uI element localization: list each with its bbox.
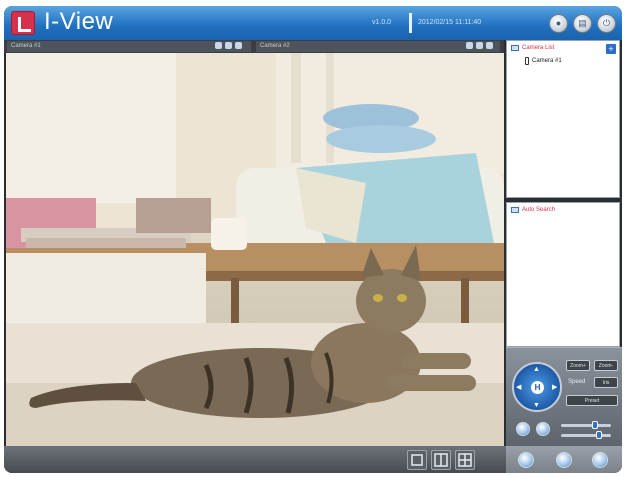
quad-view-icon <box>458 453 472 467</box>
single-view-button[interactable] <box>407 450 427 470</box>
single-view-icon <box>411 454 423 466</box>
audio-icon[interactable] <box>516 422 530 436</box>
close-icon[interactable] <box>235 42 242 49</box>
auto-search-header: Auto Search <box>511 207 555 213</box>
quad-view-button[interactable] <box>455 450 475 470</box>
camera-list-item-label: Camera #1 <box>532 58 562 64</box>
camera-tab-label: Camera #1 <box>11 43 41 49</box>
snapshot-icon[interactable] <box>466 42 473 49</box>
arrow-right-icon[interactable]: ▶ <box>552 384 557 391</box>
record-button[interactable]: ● <box>549 14 568 33</box>
record-small-icon[interactable] <box>476 42 483 49</box>
bottom-right-tools <box>506 446 622 473</box>
camera-tab-strip: Camera #1 Camera #2 <box>4 40 504 53</box>
camera-tab-2[interactable]: Camera #2 <box>256 41 500 52</box>
mic-slider-knob[interactable] <box>596 431 602 439</box>
camera-icon <box>525 57 529 65</box>
power-icon: ⏻ <box>602 18 611 28</box>
computer-icon <box>511 207 519 213</box>
volume-slider-knob[interactable] <box>592 421 598 429</box>
app-title: I-View <box>44 8 114 35</box>
power-button[interactable]: ⏻ <box>597 14 616 33</box>
computer-icon <box>511 45 519 51</box>
add-camera-button[interactable]: + <box>606 44 616 54</box>
volume-slider[interactable] <box>561 424 611 427</box>
auto-search-panel: Auto Search <box>506 202 620 347</box>
microphone-icon[interactable] <box>536 422 550 436</box>
zoom-in-button[interactable]: Zoom+ <box>566 360 590 371</box>
datetime-label: 2012/02/15 11:11:40 <box>418 19 482 26</box>
settings-icon: ▤ <box>578 18 587 28</box>
camera-feed-image <box>6 53 504 446</box>
auto-search-title: Auto Search <box>522 207 556 213</box>
app-logo <box>11 11 35 35</box>
mic-slider[interactable] <box>561 434 611 437</box>
plus-icon: + <box>608 44 614 54</box>
zoom-out-button[interactable]: Zoom- <box>594 360 618 371</box>
close-icon[interactable] <box>486 42 493 49</box>
camera-tab-label: Camera #2 <box>260 43 290 49</box>
app-window: I-View v1.0.0 2012/02/15 11:11:40 ● ▤ ⏻ … <box>4 6 622 473</box>
split-view-button[interactable] <box>431 450 451 470</box>
snapshot-tool-button[interactable] <box>518 452 534 468</box>
playback-tool-button[interactable] <box>592 452 608 468</box>
arrow-left-icon[interactable]: ◀ <box>516 384 521 391</box>
preset-button[interactable]: Preset <box>566 395 618 406</box>
record-icon: ● <box>555 18 562 28</box>
camera-list-item[interactable]: Camera #1 <box>525 57 562 65</box>
title-divider <box>409 13 412 33</box>
title-bar: I-View v1.0.0 2012/02/15 11:11:40 ● ▤ ⏻ <box>4 6 622 40</box>
split-view-icon <box>434 453 448 467</box>
camera-list-header: Camera List <box>511 45 554 51</box>
camera-live-view[interactable] <box>6 53 504 446</box>
version-label: v1.0.0 <box>372 19 392 26</box>
speed-label: Speed <box>568 379 586 385</box>
settings-button[interactable]: ▤ <box>573 14 592 33</box>
arrow-down-icon[interactable]: ▼ <box>533 402 540 409</box>
snapshot-icon[interactable] <box>215 42 222 49</box>
ptz-home-button[interactable]: H <box>531 381 544 394</box>
record-tool-button[interactable] <box>556 452 572 468</box>
ptz-direction-pad[interactable]: ▲ ▼ ◀ ▶ H <box>512 362 562 412</box>
speed-button[interactable]: Iris <box>594 377 618 388</box>
camera-list-panel: Camera List + Camera #1 <box>506 40 620 198</box>
record-small-icon[interactable] <box>225 42 232 49</box>
camera-list-title: Camera List <box>522 45 555 51</box>
ptz-control-panel: ▲ ▼ ◀ ▶ H Zoom+ Zoom- Speed Iris Preset <box>506 347 622 446</box>
arrow-up-icon[interactable]: ▲ <box>533 366 540 373</box>
